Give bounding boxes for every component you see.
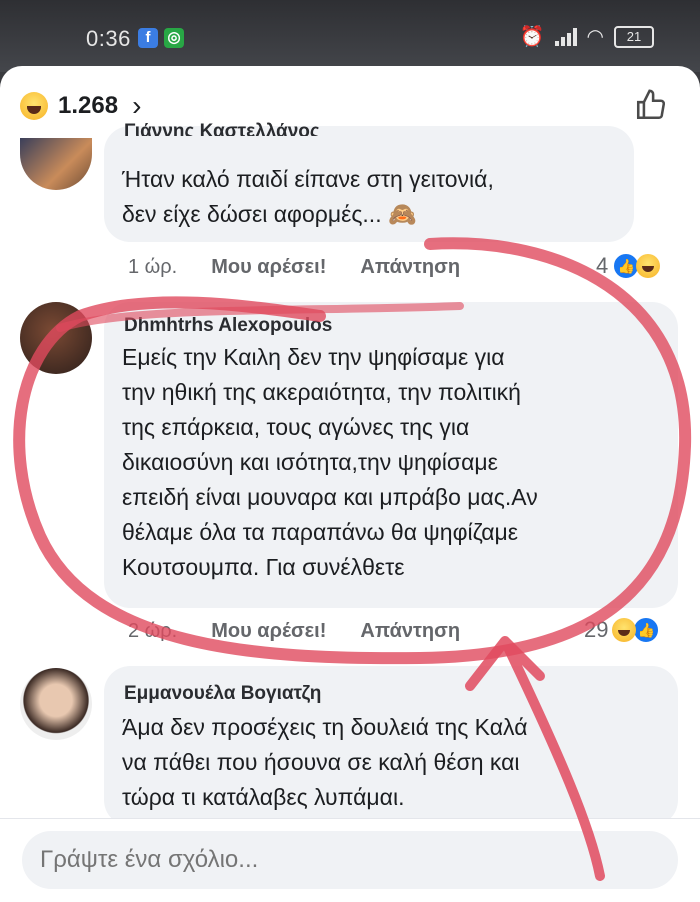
like-icon[interactable] [634,88,668,130]
reply-button[interactable]: Απάντηση [360,256,460,279]
comment-input[interactable] [22,831,678,889]
alarm-icon: ⏰ [519,26,545,48]
avatar[interactable] [20,138,92,190]
comment-text-line: επειδή είναι μουναρα και μπράβο μας.Αν [122,484,538,510]
comment-bubble: Γιάννης Καστελλάνος Ήταν καλό παιδί είπα… [104,121,634,242]
status-bar: 0:36 f ◎ ⏰ ◠ 21 [0,0,700,72]
comment-bubble: Dhmhtrhs Alexopoulos Εμείς την Καιλη δεν… [104,302,678,608]
comment-text-line: τώρα τι κατάλαβες λυπάμαι. [122,784,405,810]
status-icons: ⏰ ◠ 21 [520,24,654,49]
comment-text-line: Άμα δεν προσέχεις τη δουλειά της Καλά [122,714,528,740]
reactions-count: 29 [584,617,609,642]
comment-actions: 1 ώρ. Μου αρέσει! Απάντηση [128,256,460,279]
comment-time: 1 ώρ. [128,256,178,278]
haha-reaction-icon [612,618,637,642]
facebook-notification-icon: f [138,28,158,48]
comment-text-line: της επάρκεια, τους αγώνες της για [122,414,470,440]
wifi-icon: ◠ [586,26,604,48]
like-button[interactable]: Μου αρέσει! [211,620,326,643]
comment-text-line: δικαιοσύνη και ισότητα,την ψηφίσαμε [122,449,498,475]
comment-text-line: Κουτσουμπα. Για συνέλθετε [122,554,405,580]
comment-text-line: Εμείς την Καιλη δεν την ψηφίσαμε για [122,344,505,370]
avatar[interactable] [20,668,92,740]
comment-text-line: δεν είχε δώσει αφορμές... 🙈 [122,201,417,227]
comment-text-line: Ήταν καλό παιδί είπανε στη γειτονιά, [122,166,494,192]
chevron-right-icon: › [132,90,142,121]
comment-reactions[interactable]: 29 👍 [584,616,661,644]
comment-text-line: να πάθει που ήσουνα σε καλή θέση και [122,749,520,775]
comment-text-line: την ηθική της ακεραιότητα, την πολιτική [122,379,521,405]
reactions-count: 4 [596,253,609,278]
comment-time: 2 ώρ. [128,620,178,642]
app-notification-icon: ◎ [164,28,184,48]
like-button[interactable]: Μου αρέσει! [211,256,326,279]
status-time: 0:36 [86,26,131,51]
comment-bubble: Εμμανουέλα Βογιατζη Άμα δεν προσέχεις τη… [104,666,678,826]
comment-text-line: θέλαμε όλα τα παραπάνω θα ψηφίζαμε [122,519,519,545]
reply-button[interactable]: Απάντηση [360,620,460,643]
comment-reactions[interactable]: 4 👍 [596,252,661,280]
comment-author[interactable]: Γιάννης Καστελλάνος [124,120,320,136]
haha-reaction-icon [636,254,661,278]
reaction-summary[interactable]: 1.268 › [20,90,141,122]
avatar[interactable] [20,302,92,374]
comment-author[interactable]: Dhmhtrhs Alexopoulos [124,312,332,340]
like-reaction-icon: 👍 [632,616,661,644]
haha-reaction-icon [20,92,48,120]
comments-panel: 1.268 › Γιάννης Καστελλάνος Ήταν καλό πα… [0,66,700,902]
comment-author[interactable]: Εμμανουέλα Βογιατζη [124,680,321,708]
reaction-count: 1.268 [58,92,119,119]
comment-composer [0,818,700,902]
comment-actions: 2 ώρ. Μου αρέσει! Απάντηση [128,620,460,643]
battery-icon: 21 [614,25,654,48]
signal-icon [554,27,577,46]
